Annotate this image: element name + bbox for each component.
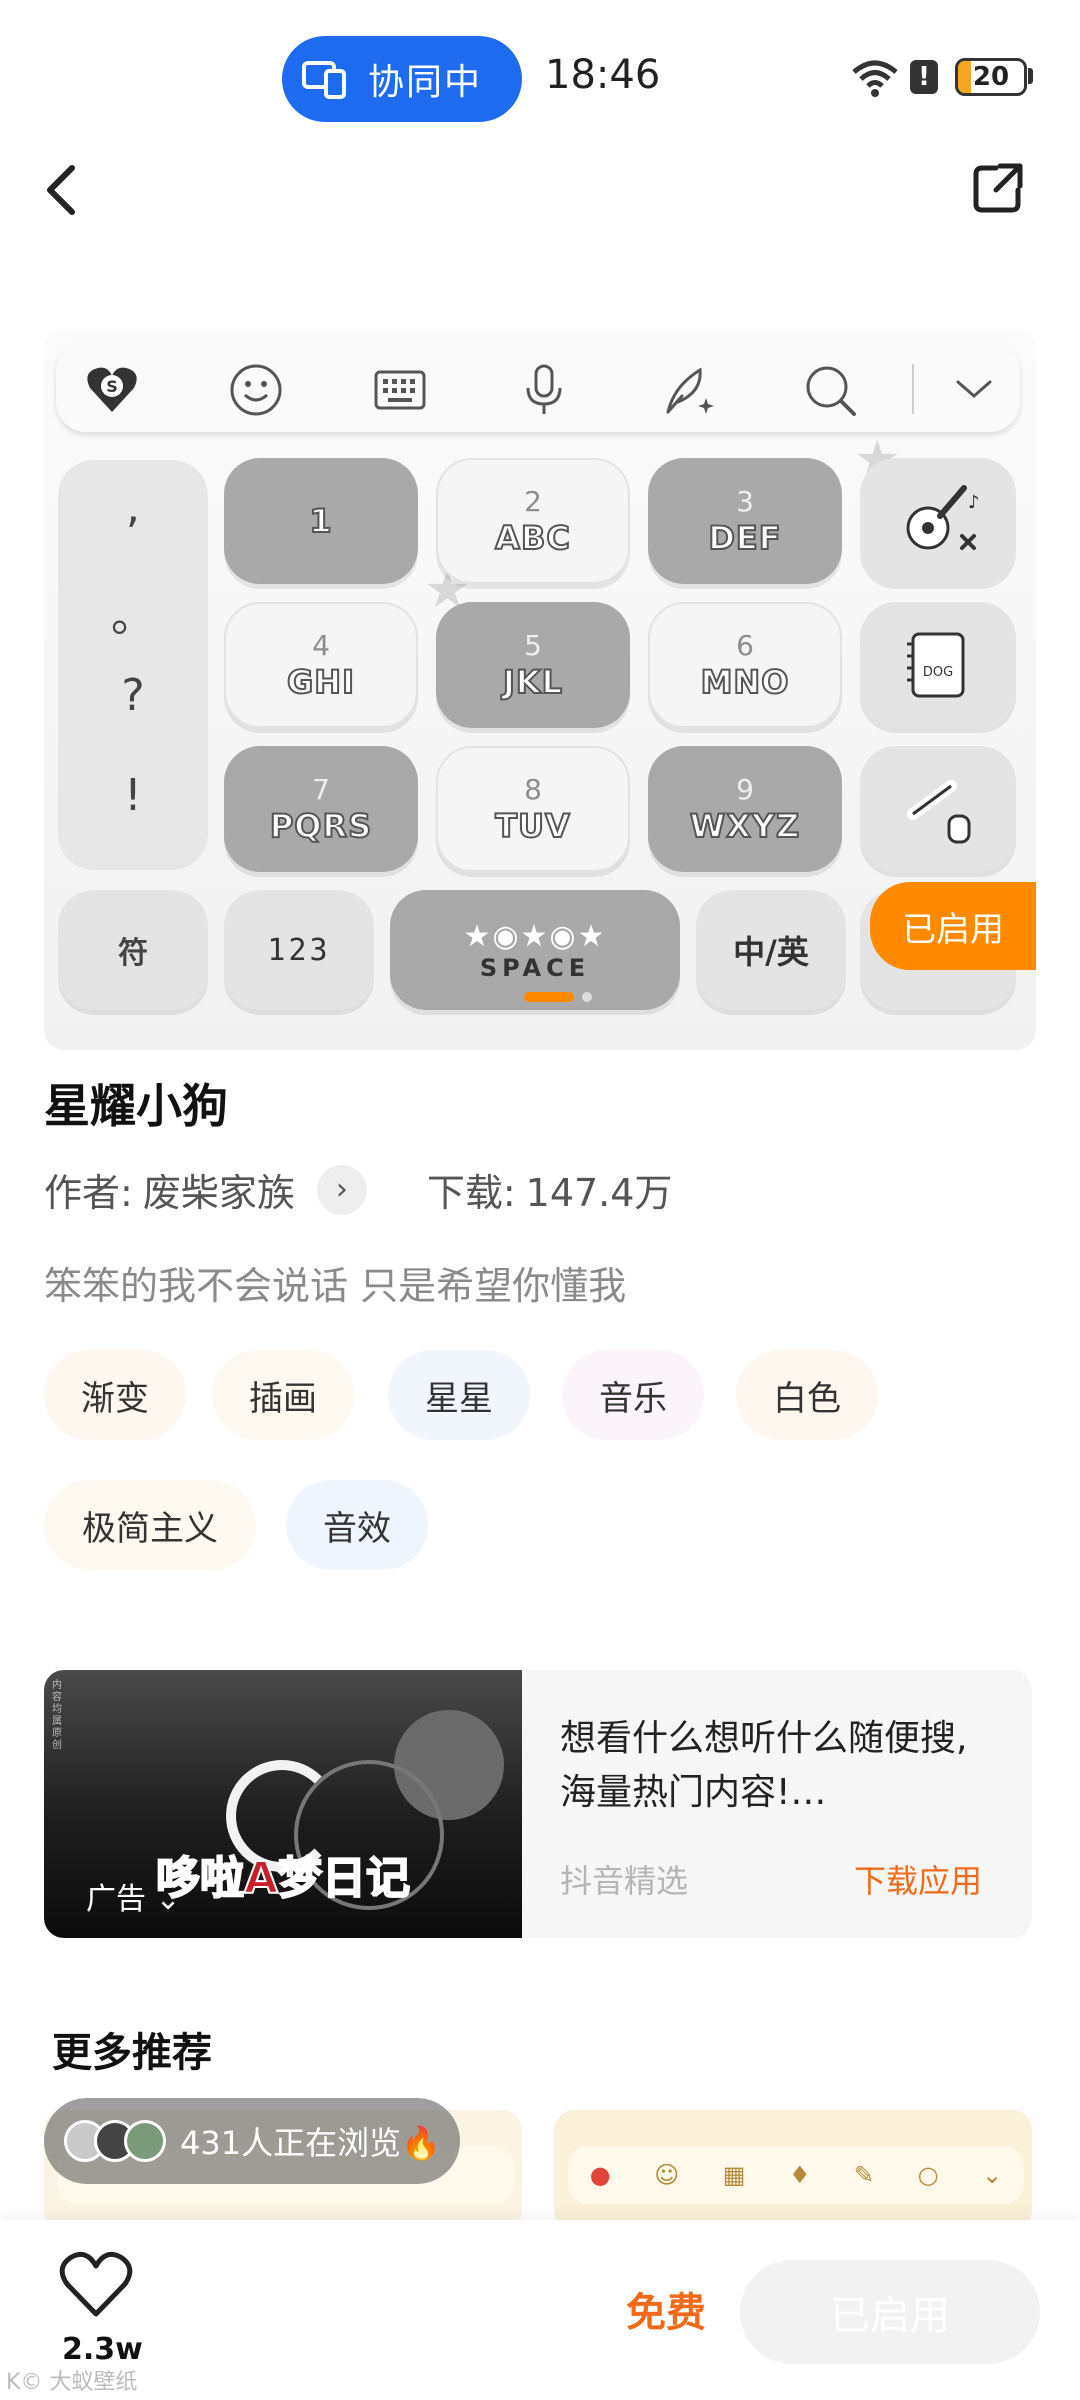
key-1[interactable]: 1 bbox=[224, 458, 418, 584]
punctuation-column[interactable]: , 。 ? ! bbox=[58, 460, 208, 870]
chevron-down-icon: ⌄ bbox=[982, 2161, 1003, 2189]
share-icon[interactable] bbox=[970, 160, 1026, 216]
tag[interactable]: 极简主义 bbox=[44, 1480, 256, 1570]
strawberry-icon: ● bbox=[589, 2161, 611, 2189]
tag[interactable]: 插画 bbox=[212, 1350, 354, 1440]
status-bar: 协同中 18:46 ! 20 bbox=[0, 0, 1080, 160]
ad-image-title: 哆啦A梦日记 bbox=[155, 1852, 411, 1905]
watermark: K© 大蚁壁纸 bbox=[6, 2370, 138, 2395]
ad-source: 抖音精选 bbox=[560, 1862, 689, 1900]
key-2[interactable]: 2 ABC bbox=[436, 458, 630, 584]
toolbar-divider bbox=[912, 364, 914, 414]
more-recommendations-title: 更多推荐 bbox=[52, 2030, 212, 2076]
downloads-count: 147.4万 bbox=[525, 1171, 673, 1215]
download-app-button[interactable]: 下载应用 bbox=[854, 1856, 982, 1902]
notebook-key[interactable]: DOG bbox=[860, 602, 1016, 728]
theme-meta: 作者: 废柴家族 › 下载: 147.4万 bbox=[44, 1162, 672, 1217]
author-name[interactable]: 废柴家族 bbox=[143, 1162, 295, 1217]
downloads-label: 下载: bbox=[426, 1171, 516, 1215]
svg-text:♪: ♪ bbox=[968, 492, 980, 513]
like-count: 2.3w bbox=[62, 2332, 143, 2367]
ad-label[interactable]: 广告 ⌄ bbox=[86, 1874, 181, 1918]
key-3[interactable]: 3 DEF bbox=[648, 458, 842, 584]
key-9[interactable]: 9 WXYZ bbox=[648, 746, 842, 872]
viewers-count: 431人正在浏览🔥 bbox=[180, 2124, 441, 2162]
viewers-badge: 431人正在浏览🔥 bbox=[44, 2098, 460, 2184]
applied-button[interactable]: 已启用 bbox=[740, 2260, 1040, 2364]
key-5[interactable]: 5 JKL bbox=[436, 602, 630, 728]
emoji-icon: ☺ bbox=[654, 2161, 680, 2189]
tag[interactable]: 星星 bbox=[388, 1350, 530, 1440]
zero-key[interactable] bbox=[860, 746, 1016, 872]
key-6[interactable]: 6 MNO bbox=[648, 602, 842, 728]
enabled-badge: 已启用 bbox=[870, 882, 1036, 970]
microphone-icon[interactable] bbox=[516, 362, 572, 418]
symbol-key[interactable]: 符 bbox=[58, 890, 208, 1010]
clock: 18:46 bbox=[545, 52, 661, 98]
bone-icon bbox=[907, 780, 971, 844]
heart-icon[interactable] bbox=[58, 2250, 134, 2320]
ad-text: 想看什么想听什么随便搜,海量热门内容!… bbox=[560, 1718, 968, 1813]
search-icon: ○ bbox=[917, 2161, 939, 2189]
collaboration-label: 协同中 bbox=[368, 62, 483, 103]
quill-icon: ✎ bbox=[854, 2161, 875, 2189]
wifi-icon bbox=[852, 60, 898, 97]
tag[interactable]: 渐变 bbox=[44, 1350, 186, 1440]
chevron-down-icon[interactable] bbox=[946, 362, 1002, 418]
svg-text:S: S bbox=[106, 377, 118, 396]
alert-icon: ! bbox=[910, 60, 938, 94]
bottom-action-bar: 2.3w 免费 已启用 K© 大蚁壁纸 bbox=[0, 2220, 1080, 2400]
keyboard-icon: ▦ bbox=[722, 2161, 746, 2189]
tag[interactable]: 音效 bbox=[286, 1480, 428, 1570]
tag[interactable]: 音乐 bbox=[562, 1350, 704, 1440]
author-label: 作者: bbox=[44, 1171, 133, 1215]
emoji-icon[interactable] bbox=[228, 362, 284, 418]
tag[interactable]: 白色 bbox=[736, 1350, 878, 1440]
exclamation-key[interactable]: ! bbox=[58, 770, 208, 821]
key-8[interactable]: 8 TUV bbox=[436, 746, 630, 872]
battery-icon: 20 bbox=[955, 58, 1027, 96]
page-indicator bbox=[524, 992, 592, 1002]
number-key[interactable]: 123 bbox=[224, 890, 374, 1010]
theme-title: 星耀小狗 bbox=[44, 1079, 228, 1133]
theme-description: 笨笨的我不会说话 只是希望你懂我 bbox=[44, 1264, 627, 1308]
skin-heart-icon[interactable]: S bbox=[84, 362, 140, 418]
author-chevron-icon[interactable]: › bbox=[316, 1164, 367, 1215]
ad-image[interactable]: 内容均属原创 哆啦A梦日记 广告 ⌄ bbox=[44, 1670, 522, 1938]
question-key[interactable]: ? bbox=[58, 670, 208, 721]
period-key[interactable]: 。 bbox=[58, 580, 208, 644]
quill-icon[interactable] bbox=[660, 362, 716, 418]
battery-level: 20 bbox=[972, 62, 1010, 92]
delete-key[interactable]: ♪ bbox=[860, 458, 1016, 584]
multi-device-icon bbox=[302, 59, 350, 99]
price-label: 免费 bbox=[626, 2290, 706, 2336]
dog-notebook-icon: DOG bbox=[907, 632, 965, 698]
keyboard-preview: ★ ★ ★ ★ S bbox=[44, 330, 1036, 1050]
back-icon[interactable] bbox=[38, 160, 88, 220]
microphone-icon: ♦ bbox=[788, 2161, 811, 2189]
ad-card[interactable]: 内容均属原创 哆啦A梦日记 广告 ⌄ 想看什么想听什么随便搜,海量热门内容!… … bbox=[44, 1670, 1032, 1938]
svg-text:DOG: DOG bbox=[923, 665, 953, 680]
keyboard-icon[interactable] bbox=[372, 362, 428, 418]
search-icon[interactable] bbox=[802, 362, 858, 418]
comma-key[interactable]: , bbox=[58, 482, 208, 533]
collaboration-pill[interactable]: 协同中 bbox=[282, 36, 522, 122]
keyboard-toolbar: S bbox=[56, 342, 1020, 432]
language-switch-key[interactable]: 中/英 bbox=[696, 890, 846, 1010]
avatar bbox=[124, 2120, 166, 2162]
key-7[interactable]: 7 PQRS bbox=[224, 746, 418, 872]
key-4[interactable]: 4 GHI bbox=[224, 602, 418, 728]
recommendation-card[interactable]: ● ☺ ▦ ♦ ✎ ○ ⌄ bbox=[554, 2110, 1032, 2230]
guitar-delete-icon: ♪ bbox=[906, 485, 980, 550]
